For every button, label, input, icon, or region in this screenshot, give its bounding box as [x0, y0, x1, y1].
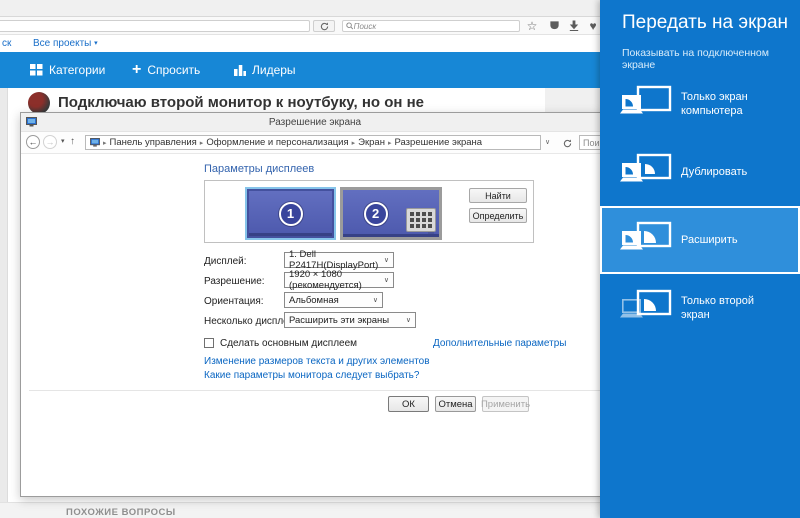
panel-options: Только экран компьютера Дублировать	[600, 70, 800, 342]
url-input[interactable]	[0, 20, 310, 32]
cancel-button[interactable]: Отмена	[435, 396, 476, 412]
ellipsis-icon: ⋯	[428, 230, 435, 237]
make-primary-checkbox[interactable]	[204, 338, 214, 348]
connect-keypad-icon	[406, 208, 436, 232]
nav-ask-label: Спросить	[147, 63, 200, 77]
screen: ☆ ♥ ск Все проекты ▾ Категории + Спросит…	[0, 0, 800, 518]
option-label: Только экран компьютера	[681, 90, 785, 119]
reload-button[interactable]	[313, 20, 335, 32]
chevron-down-icon: ▾	[94, 40, 98, 47]
pocket-icon[interactable]	[546, 18, 562, 33]
reload-icon	[320, 22, 329, 31]
recent-pages-caret[interactable]: ▾	[61, 137, 65, 145]
nav-ask[interactable]: + Спросить	[132, 52, 200, 88]
refresh-button[interactable]	[559, 136, 575, 150]
dialog-title: Разрешение экрана	[21, 117, 609, 128]
pc-screen-only-icon	[620, 85, 672, 123]
option-pc-screen-only[interactable]: Только экран компьютера	[600, 70, 800, 138]
chevron-down-icon: ∨	[384, 256, 389, 264]
bookmark-star-icon[interactable]: ☆	[524, 18, 540, 33]
panel-title: Передать на экран	[622, 12, 788, 34]
text-size-link[interactable]: Изменение размеров текста и других элеме…	[204, 356, 430, 367]
similar-questions-heading: ПОХОЖИЕ ВОПРОСЫ	[66, 507, 176, 518]
question-author-avatar	[28, 92, 50, 114]
breadcrumb-sep-icon: ▸	[388, 139, 392, 147]
option-duplicate[interactable]: Дублировать	[600, 138, 800, 206]
nav-leaders[interactable]: Лидеры	[234, 52, 296, 88]
buttons-divider	[29, 390, 603, 391]
monitor-1-number: 1	[279, 202, 303, 226]
chevron-down-icon: ∨	[384, 276, 389, 284]
ok-button[interactable]: ОК	[388, 396, 429, 412]
option-extend[interactable]: Расширить	[600, 206, 800, 274]
all-projects-link[interactable]: Все проекты ▾	[33, 38, 98, 49]
nav-leaders-label: Лидеры	[252, 63, 296, 77]
display-select[interactable]: 1. Dell P2417H(DisplayPort) ∨	[284, 252, 394, 268]
multiple-displays-select[interactable]: Расширить эти экраны ∨	[284, 312, 416, 328]
make-primary-label: Сделать основным дисплеем	[220, 338, 357, 349]
monitor-2[interactable]: 2 ⋯	[340, 187, 442, 240]
identify-button[interactable]: Определить	[469, 208, 527, 223]
leaders-bars-icon	[234, 64, 246, 76]
panel-subtitle: Показывать на подключенном экране	[622, 47, 800, 71]
forward-icon: →	[46, 137, 55, 147]
breadcrumb-resolution[interactable]: Разрешение экрана	[394, 137, 482, 148]
page-left-margin	[0, 88, 8, 518]
option-label: Расширить	[681, 233, 785, 247]
monitor-1[interactable]: 1	[245, 187, 336, 240]
dialog-titlebar: Разрешение экрана	[21, 113, 609, 132]
chevron-down-icon: ∨	[406, 316, 411, 324]
breadcrumb-control-panel[interactable]: Панель управления	[110, 137, 197, 148]
resolution-label: Разрешение:	[204, 276, 265, 287]
plus-icon: +	[132, 62, 141, 78]
which-settings-link[interactable]: Какие параметры монитора следует выбрать…	[204, 370, 419, 381]
duplicate-icon	[620, 153, 672, 191]
display-label: Дисплей:	[204, 256, 247, 267]
resolution-select[interactable]: 1920 × 1080 (рекомендуется) ∨	[284, 272, 394, 288]
chevron-down-icon: ∨	[373, 296, 378, 304]
breadcrumb-display[interactable]: Экран	[358, 137, 385, 148]
option-label: Только второй экран	[681, 294, 785, 323]
forward-button[interactable]: →	[43, 135, 57, 149]
second-screen-only-icon	[620, 289, 672, 327]
star-icon: ☆	[527, 19, 538, 33]
nav-categories[interactable]: Категории	[30, 52, 105, 88]
heart-icon[interactable]: ♥	[585, 18, 601, 33]
refresh-icon	[563, 139, 572, 148]
back-button[interactable]: ←	[26, 135, 40, 149]
partial-link[interactable]: ск	[2, 38, 11, 49]
browser-search-input[interactable]	[354, 22, 516, 31]
screen-resolution-dialog: Разрешение экрана ← → ▾ ↑ ▸ Панель управ…	[20, 112, 610, 497]
background-element	[545, 88, 603, 112]
breadcrumb: ▸ Панель управления ▸ Оформление и персо…	[85, 135, 541, 150]
address-dropdown-caret[interactable]: ∨	[545, 138, 550, 146]
up-button[interactable]: ↑	[70, 136, 75, 147]
breadcrumb-sep-icon: ▸	[200, 139, 204, 147]
breadcrumb-sep-icon: ▸	[103, 139, 107, 147]
search-icon	[346, 22, 354, 30]
question-title: Подключаю второй монитор к ноутбуку, но …	[58, 94, 543, 111]
advanced-settings-link[interactable]: Дополнительные параметры	[433, 338, 566, 349]
monitor-preview-box: 1 2 ⋯ Найти Определить	[204, 180, 534, 243]
breadcrumb-appearance[interactable]: Оформление и персонализация	[206, 137, 348, 148]
orientation-select[interactable]: Альбомная ∨	[284, 292, 383, 308]
project-panel: Передать на экран Показывать на подключе…	[600, 0, 800, 518]
download-icon[interactable]	[566, 18, 582, 33]
nav-categories-label: Категории	[49, 63, 105, 77]
display-icon	[90, 138, 100, 147]
browser-search	[342, 20, 520, 32]
dialog-navbar: ← → ▾ ↑ ▸ Панель управления ▸ Оформление…	[21, 132, 609, 154]
monitor-2-number: 2	[364, 202, 388, 226]
breadcrumb-sep-icon: ▸	[352, 139, 356, 147]
back-icon: ←	[29, 137, 38, 147]
detect-button[interactable]: Найти	[469, 188, 527, 203]
orientation-label: Ориентация:	[204, 296, 264, 307]
option-label: Дублировать	[681, 165, 785, 179]
option-second-screen-only[interactable]: Только второй экран	[600, 274, 800, 342]
apply-button[interactable]: Применить	[482, 396, 529, 412]
categories-grid-icon	[30, 64, 43, 76]
section-heading: Параметры дисплеев	[204, 163, 314, 175]
extend-icon	[620, 221, 672, 259]
